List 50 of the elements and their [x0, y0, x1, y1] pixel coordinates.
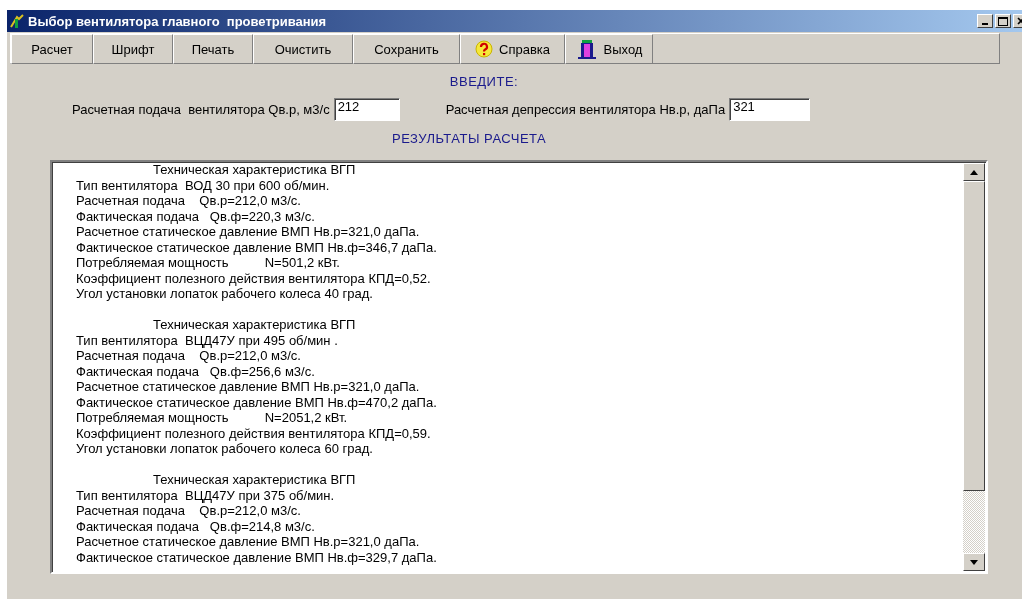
result-line: Угол установки лопаток рабочего колеса 40 град. [76, 286, 374, 302]
result-heading: Техническая характеристика ВГП [152, 317, 357, 333]
result-line: Тип вентилятора ВОД 30 при 600 об/мин. [76, 177, 331, 193]
minimize-button[interactable] [977, 14, 993, 28]
result-line: Расчетная подача Qв.р=212,0 м3/с. [76, 503, 302, 519]
result-line: Расчетная подача Qв.р=212,0 м3/с. [76, 348, 302, 364]
door-icon [575, 39, 598, 59]
result-line: Угол установки лопаток рабочего колеса 60 град. [76, 441, 374, 457]
toolbar-button[interactable]: Шрифт [93, 34, 173, 64]
section-heading: ВВЕДИТЕ: [448, 74, 520, 89]
input-field[interactable]: 321 [729, 98, 811, 121]
toolbar-button[interactable]: Печать [173, 34, 253, 64]
result-line: Расчетная подача Qв.р=212,0 м3/с. [76, 193, 302, 209]
toolbar-button[interactable]: Выход [565, 34, 653, 64]
toolbar-button[interactable]: Расчет [11, 34, 93, 64]
scrollbar[interactable] [963, 163, 985, 571]
scroll-thumb[interactable] [963, 181, 985, 491]
result-heading: Техническая характеристика ВГП [152, 472, 357, 488]
result-line: Фактическая подача Qв.ф=214,8 м3/с. [76, 518, 316, 534]
maximize-icon [998, 16, 1008, 26]
result-line: Потребляемая мощность N=501,2 кВт. [76, 255, 341, 271]
toolbar-button[interactable]: Очистить [253, 34, 353, 64]
toolbar-button[interactable]: Справка [460, 34, 565, 64]
result-line: Фактическое статическое давление ВМП Нв.ф=470,2 даПа. [76, 394, 438, 410]
section-heading: РЕЗУЛЬТАТЫ РАСЧЕТА [391, 131, 548, 146]
result-line: Фактическая подача Qв.ф=256,6 м3/с. [76, 363, 316, 379]
help-icon [475, 40, 493, 58]
result-line: Расчетное статическое давление ВМП Нв.р=321,0 даПа. [76, 224, 421, 240]
scroll-up-button[interactable] [963, 163, 985, 181]
result-line: Тип вентилятора ВЦД47У при 495 об/мин . [76, 332, 339, 348]
result-line: Тип вентилятора ВЦД47У при 375 об/мин. [76, 487, 336, 503]
down-arrow-icon [970, 559, 978, 565]
field-label: Расчетная подача вентилятора Qв.р, м3/с [72, 102, 330, 117]
scroll-down-button[interactable] [963, 553, 985, 571]
result-line: Фактическое статическое давление ВМП Нв.ф=329,7 даПа. [76, 549, 438, 565]
input-field[interactable]: 212 [333, 98, 400, 121]
up-arrow-icon [970, 169, 978, 175]
window-title: Выбор вентилятора главного проветривания [28, 13, 327, 29]
result-line: Фактическая подача Qв.ф=220,3 м3/с. [76, 208, 316, 224]
result-line: Коэффициент полезного действия вентилятора КПД=0,52. [76, 270, 432, 286]
result-line: Коэффициент полезного действия вентилятора КПД=0,59. [76, 425, 432, 441]
result-line: Потребляемая мощность N=2051,2 кВт. [76, 410, 349, 426]
maximize-button[interactable] [995, 14, 1011, 28]
result-line: Расчетное статическое давление ВМП Нв.р=321,0 даПа. [76, 534, 421, 550]
toolbar-button[interactable]: Сохранить [353, 34, 460, 64]
result-line: Фактическое статическое давление ВМП Нв.ф=346,7 даПа. [76, 239, 438, 255]
field-label: Расчетная депрессия вентилятора Нв.р, даПа [445, 102, 726, 117]
result-line: Расчетное статическое давление ВМП Нв.р=321,0 даПа. [76, 379, 421, 395]
results-text-area[interactable] [50, 160, 988, 574]
result-heading: Техническая характеристика ВГП [152, 162, 357, 178]
